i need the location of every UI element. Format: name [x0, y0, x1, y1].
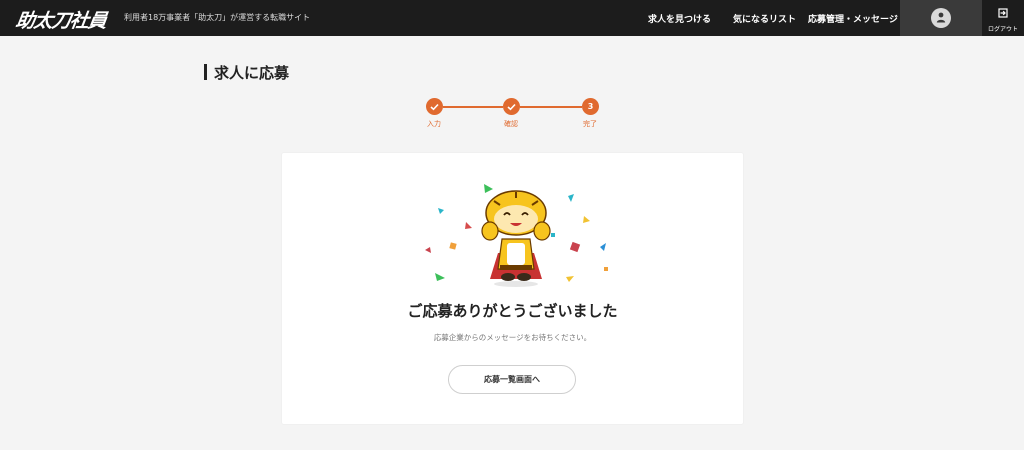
- tiger-mascot-illustration: [425, 184, 608, 287]
- logout-icon: [998, 3, 1008, 22]
- step-1-circle: [426, 98, 443, 115]
- site-logo[interactable]: 助太刀社員: [14, 6, 108, 33]
- completion-title: ご応募ありがとうございました: [407, 302, 618, 320]
- page-title: 求人に応募: [214, 64, 290, 82]
- step-3-circle: 3: [582, 98, 599, 115]
- check-icon: [507, 103, 516, 110]
- page-title-accent-bar: [204, 64, 207, 80]
- step-2-label: 確認: [504, 120, 518, 128]
- top-header: 助太刀社員 利用者18万事業者「助太刀」が運営する転職サイト 求人を見つける 気…: [0, 0, 1024, 36]
- site-tagline: 利用者18万事業者「助太刀」が運営する転職サイト: [124, 13, 311, 22]
- step-3-label: 完了: [583, 120, 597, 128]
- stepper-connector: [443, 106, 503, 108]
- stepper-connector: [520, 106, 582, 108]
- nav-favorites[interactable]: 気になるリスト: [733, 0, 796, 36]
- logout-button[interactable]: ログアウト: [982, 0, 1024, 36]
- nav-find-jobs[interactable]: 求人を見つける: [648, 0, 711, 36]
- nav-applications-messages[interactable]: 応募管理・メッセージ: [808, 0, 898, 36]
- account-area: [900, 0, 982, 36]
- step-1-label: 入力: [427, 120, 441, 128]
- go-to-applications-button[interactable]: 応募一覧画面へ: [448, 365, 576, 394]
- step-2-circle: [503, 98, 520, 115]
- logout-label: ログアウト: [987, 26, 1018, 33]
- completion-subtitle: 応募企業からのメッセージをお待ちください。: [433, 333, 592, 342]
- user-icon[interactable]: [931, 8, 951, 28]
- check-icon: [430, 103, 439, 110]
- completion-card: ご応募ありがとうございました 応募企業からのメッセージをお待ちください。 応募一…: [282, 153, 743, 424]
